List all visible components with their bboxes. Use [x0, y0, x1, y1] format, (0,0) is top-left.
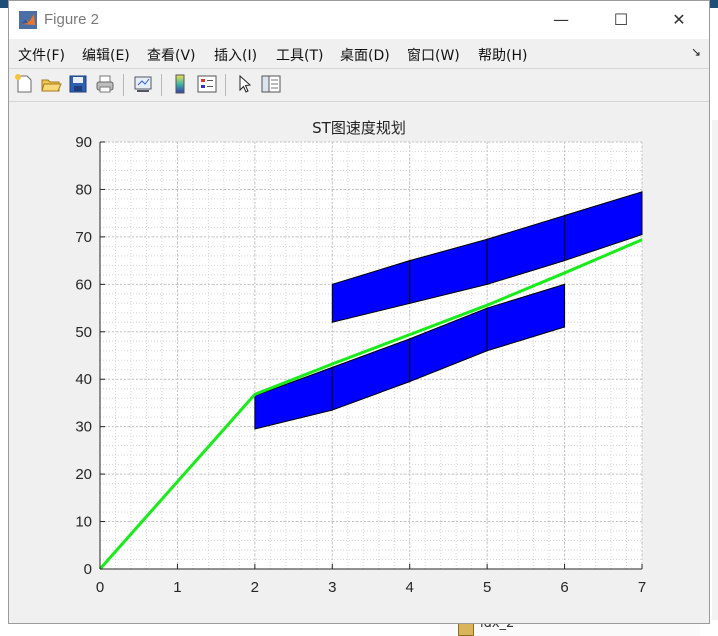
- y-tick-labels: 0 10 20 30 40 50 60 70 80 90: [75, 134, 92, 578]
- x-tick-labels: 0 1 2 3 4 5 6 7: [96, 579, 646, 596]
- y-tick-label: 60: [75, 276, 92, 293]
- y-tick-label: 30: [75, 419, 92, 436]
- y-tick-label: 90: [75, 134, 92, 151]
- y-tick-label: 50: [75, 324, 92, 341]
- y-tick-label: 10: [75, 514, 92, 531]
- st-chart: 0 1 2 3 4 5 6 7 0 10 20 30 40 50 60 70 80 90: [75, 134, 646, 596]
- x-tick-label: 3: [328, 579, 336, 596]
- y-tick-label: 20: [75, 466, 92, 483]
- x-tick-label: 6: [560, 579, 568, 596]
- x-tick-label: 5: [483, 579, 491, 596]
- x-tick-label: 4: [406, 579, 414, 596]
- x-tick-label: 1: [173, 579, 181, 596]
- y-tick-label: 80: [75, 181, 92, 198]
- y-tick-label: 70: [75, 229, 92, 246]
- x-tick-label: 0: [96, 579, 104, 596]
- x-tick-label: 2: [251, 579, 259, 596]
- x-tick-label: 7: [638, 579, 646, 596]
- y-tick-label: 0: [84, 561, 92, 578]
- y-tick-label: 40: [75, 371, 92, 388]
